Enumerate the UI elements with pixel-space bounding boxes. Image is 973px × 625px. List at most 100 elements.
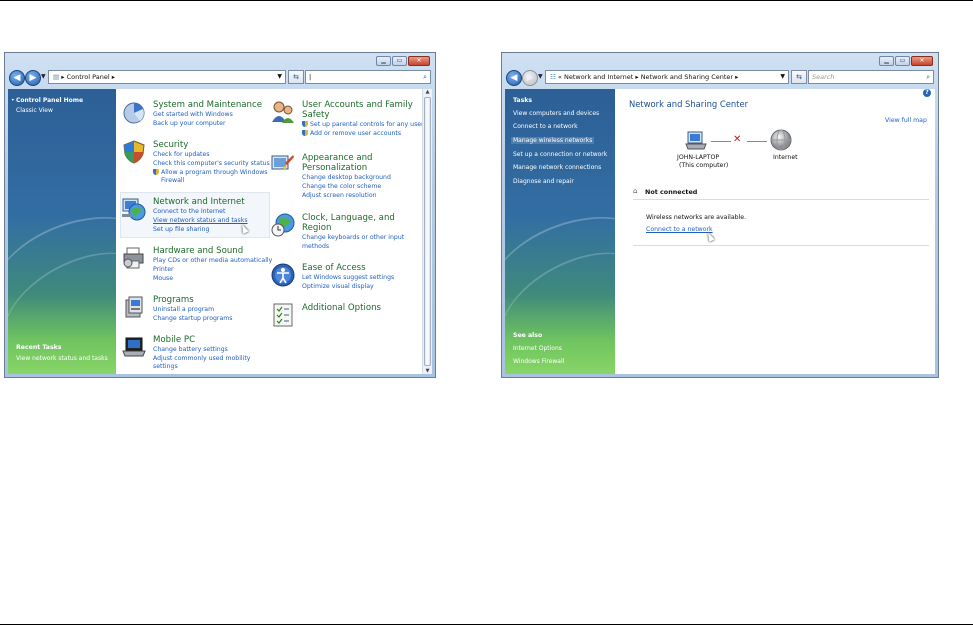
category-link[interactable]: Mouse xyxy=(153,275,173,283)
category-link[interactable]: Let Windows suggest settings xyxy=(302,274,394,282)
recent-pages-dropdown-icon[interactable]: ▼ xyxy=(538,73,543,80)
task-link[interactable]: Manage wireless networks xyxy=(511,137,595,144)
category-title-line2[interactable]: Safety xyxy=(302,110,330,120)
link-text: Add or remove user accounts xyxy=(310,130,402,137)
category-link[interactable]: Get started with Windows xyxy=(153,111,233,119)
close-button[interactable]: ✕ xyxy=(911,56,933,66)
breadcrumb-network-sharing-center[interactable]: Network and Sharing Center xyxy=(641,73,733,81)
control-panel-home-link[interactable]: Control Panel Home xyxy=(16,97,83,104)
category-link[interactable]: Set up parental controls for any user xyxy=(302,121,424,129)
category-link-hovered[interactable]: View network status and tasks xyxy=(153,217,248,225)
category-title[interactable]: Hardware and Sound xyxy=(153,246,243,256)
folder-icon: ▤ xyxy=(53,73,60,81)
breadcrumb: ☷ « Network and Internet ▸ Network and S… xyxy=(550,73,739,81)
refresh-button[interactable]: ⇆ xyxy=(288,70,304,84)
top-rule xyxy=(0,0,973,1)
search-input[interactable]: | ⌕ xyxy=(305,70,431,84)
see-also-link[interactable]: Internet Options xyxy=(513,345,562,352)
address-bar[interactable]: ▤ ▸ Control Panel ▸ ▼ xyxy=(48,70,286,84)
computer-name: JOHN-LAPTOP xyxy=(677,154,720,161)
task-link[interactable]: Connect to a network xyxy=(513,123,578,130)
category-link[interactable]: Change desktop background xyxy=(302,174,391,182)
internet-globe-icon[interactable] xyxy=(770,129,792,155)
category-link[interactable]: Printer xyxy=(153,266,174,274)
computer-subtitle: (This computer) xyxy=(679,162,729,169)
category-link[interactable]: Change battery settings xyxy=(153,346,228,354)
category-title[interactable]: Mobile PC xyxy=(153,335,195,345)
forward-button[interactable]: ▶ xyxy=(25,70,41,86)
address-bar[interactable]: ☷ « Network and Internet ▸ Network and S… xyxy=(545,70,789,84)
close-button[interactable]: ✕ xyxy=(408,56,430,66)
recent-pages-dropdown-icon[interactable]: ▼ xyxy=(41,73,46,80)
category-title[interactable]: Clock, Language, and xyxy=(302,213,395,223)
category-title[interactable]: Network and Internet xyxy=(153,197,245,207)
search-icon[interactable]: ⌕ xyxy=(423,71,427,83)
minimize-button[interactable]: ▁ xyxy=(879,56,894,66)
back-button[interactable]: ◀ xyxy=(506,70,522,86)
breadcrumb-control-panel[interactable]: Control Panel xyxy=(67,73,110,81)
wireless-message: Wireless networks are available. xyxy=(646,214,747,221)
forward-button[interactable]: ▶ xyxy=(522,70,538,86)
task-link[interactable]: Set up a connection or network xyxy=(513,151,607,158)
category-title[interactable]: Additional Options xyxy=(302,303,381,313)
category-link[interactable]: Back up your computer xyxy=(153,120,226,128)
category-link[interactable]: Adjust screen resolution xyxy=(302,192,377,200)
ease-of-access-icon xyxy=(271,263,295,287)
scroll-thumb[interactable] xyxy=(424,97,431,366)
search-icon[interactable]: ⌕ xyxy=(926,71,930,83)
task-link[interactable]: Manage network connections xyxy=(513,164,601,171)
category-link[interactable]: Connect to the Internet xyxy=(153,208,225,216)
category-link[interactable]: Firewall xyxy=(161,177,184,185)
refresh-button[interactable]: ⇆ xyxy=(791,70,807,84)
category-title[interactable]: User Accounts and Family xyxy=(302,100,413,110)
category-link[interactable]: Check this computer's security status xyxy=(153,160,270,168)
address-dropdown-icon[interactable]: ▼ xyxy=(780,71,785,83)
category-title-line2[interactable]: Region xyxy=(302,223,331,233)
task-link[interactable]: View computers and devices xyxy=(513,110,599,117)
category-link[interactable]: Adjust commonly used mobility xyxy=(153,355,250,363)
category-link[interactable]: Uninstall a program xyxy=(153,306,214,314)
breadcrumb-overflow[interactable]: « xyxy=(558,73,562,81)
minimize-button[interactable]: ▁ xyxy=(376,56,391,66)
category-title[interactable]: Programs xyxy=(153,295,194,305)
see-also-link[interactable]: Windows Firewall xyxy=(513,358,564,365)
category-link[interactable]: Allow a program through Windows xyxy=(153,169,268,177)
breadcrumb: ▤ ▸ Control Panel ▸ xyxy=(53,73,116,81)
category-link[interactable]: Change keyboards or other input xyxy=(302,234,404,242)
connect-to-network-link[interactable]: Connect to a network xyxy=(646,226,713,233)
help-icon[interactable]: ? xyxy=(923,89,931,97)
maximize-button[interactable]: ▭ xyxy=(392,56,407,66)
category-title[interactable]: System and Maintenance xyxy=(153,100,262,110)
category-link[interactable]: methods xyxy=(302,243,329,251)
category-title[interactable]: Security xyxy=(153,140,188,150)
maximize-button[interactable]: ▭ xyxy=(895,56,910,66)
recent-task-link[interactable]: View network status and tasks xyxy=(16,355,108,362)
window-content: Tasks View computers and devices Connect… xyxy=(505,89,935,374)
category-link[interactable]: settings xyxy=(153,363,178,371)
search-input[interactable]: Search ⌕ xyxy=(808,70,934,84)
title-bar[interactable]: ▁ ▭ ✕ xyxy=(5,53,435,67)
breadcrumb-network-internet[interactable]: Network and Internet xyxy=(564,73,633,81)
back-button[interactable]: ◀ xyxy=(9,70,25,86)
category-link[interactable]: Add or remove user accounts xyxy=(302,130,401,138)
vertical-scrollbar[interactable]: ▲ ▼ xyxy=(422,89,432,374)
category-link[interactable]: Set up file sharing xyxy=(153,226,209,234)
connection-status: Not connected xyxy=(645,188,698,196)
classic-view-link[interactable]: Classic View xyxy=(16,107,53,114)
scroll-up-arrow[interactable]: ▲ xyxy=(423,89,432,95)
category-link[interactable]: Check for updates xyxy=(153,151,210,159)
title-bar[interactable]: ▁ ▭ ✕ xyxy=(502,53,938,67)
address-dropdown-icon[interactable]: ▼ xyxy=(277,71,282,83)
category-link[interactable]: Play CDs or other media automatically xyxy=(153,257,272,265)
category-link[interactable]: Change startup programs xyxy=(153,315,233,323)
recent-tasks-heading: Recent Tasks xyxy=(16,344,62,351)
category-link[interactable]: Optimize visual display xyxy=(302,283,374,291)
category-link[interactable]: Change the color scheme xyxy=(302,183,381,191)
category-title[interactable]: Ease of Access xyxy=(302,263,366,273)
computer-icon[interactable] xyxy=(685,131,707,155)
category-title[interactable]: Appearance and xyxy=(302,153,373,163)
category-title-line2[interactable]: Personalization xyxy=(302,163,367,173)
scroll-down-arrow[interactable]: ▼ xyxy=(423,368,432,374)
view-full-map-link[interactable]: View full map xyxy=(885,117,927,124)
task-link[interactable]: Diagnose and repair xyxy=(513,178,574,185)
